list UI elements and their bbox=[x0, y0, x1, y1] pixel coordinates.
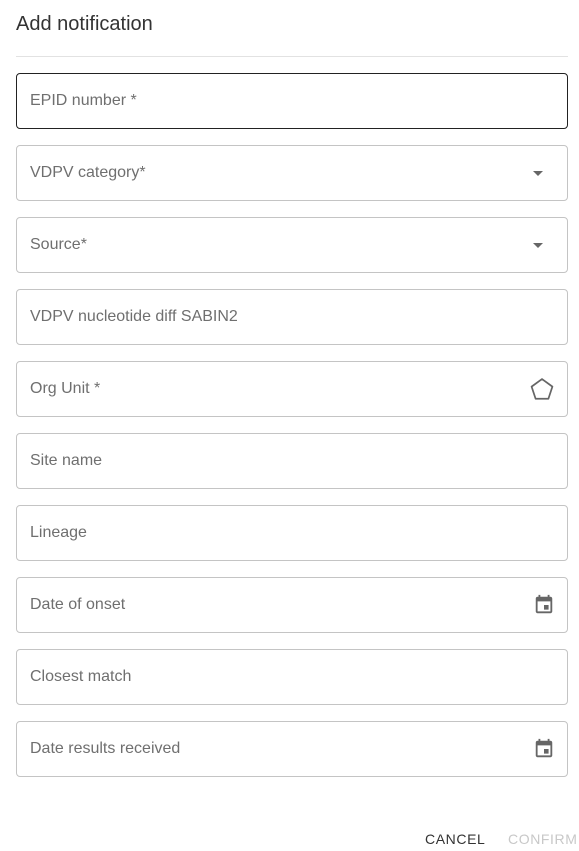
title-divider bbox=[16, 56, 568, 57]
epid-number-label: EPID number * bbox=[30, 92, 137, 109]
dropdown-arrow-icon bbox=[533, 218, 555, 272]
lineage-label: Lineage bbox=[30, 524, 87, 541]
site-name-label: Site name bbox=[30, 452, 103, 469]
site-name-field[interactable]: Site name bbox=[16, 433, 568, 489]
calendar-icon[interactable] bbox=[533, 578, 555, 632]
date-of-onset-label: Date of onset bbox=[30, 596, 126, 613]
dialog-title: Add notification bbox=[16, 13, 153, 35]
date-results-received-label: Date results received bbox=[30, 740, 181, 757]
lineage-field[interactable]: Lineage bbox=[16, 505, 568, 561]
date-of-onset-field[interactable]: Date of onset bbox=[16, 577, 568, 633]
cancel-button[interactable]: CANCEL bbox=[425, 829, 485, 849]
polygon-icon[interactable] bbox=[529, 362, 555, 416]
closest-match-field[interactable]: Closest match bbox=[16, 649, 568, 705]
vdpv-category-label: VDPV category* bbox=[30, 164, 146, 181]
calendar-icon[interactable] bbox=[533, 722, 555, 776]
dropdown-arrow-icon bbox=[533, 146, 555, 200]
vdpv-nucleotide-diff-field[interactable]: VDPV nucleotide diff SABIN2 bbox=[16, 289, 568, 345]
org-unit-field[interactable]: Org Unit * bbox=[16, 361, 568, 417]
epid-number-field[interactable]: EPID number * bbox=[16, 73, 568, 129]
org-unit-label: Org Unit * bbox=[30, 380, 101, 397]
source-label: Source* bbox=[30, 236, 87, 253]
add-notification-dialog: Add notification EPID number * VDPV cate… bbox=[0, 0, 579, 851]
closest-match-label: Closest match bbox=[30, 668, 132, 685]
vdpv-category-select[interactable]: VDPV category* bbox=[16, 145, 568, 201]
source-select[interactable]: Source* bbox=[16, 217, 568, 273]
dialog-actions: CANCEL CONFIRM bbox=[0, 829, 579, 851]
vdpv-nucleotide-diff-label: VDPV nucleotide diff SABIN2 bbox=[30, 308, 238, 325]
confirm-button[interactable]: CONFIRM bbox=[508, 829, 578, 849]
date-results-received-field[interactable]: Date results received bbox=[16, 721, 568, 777]
